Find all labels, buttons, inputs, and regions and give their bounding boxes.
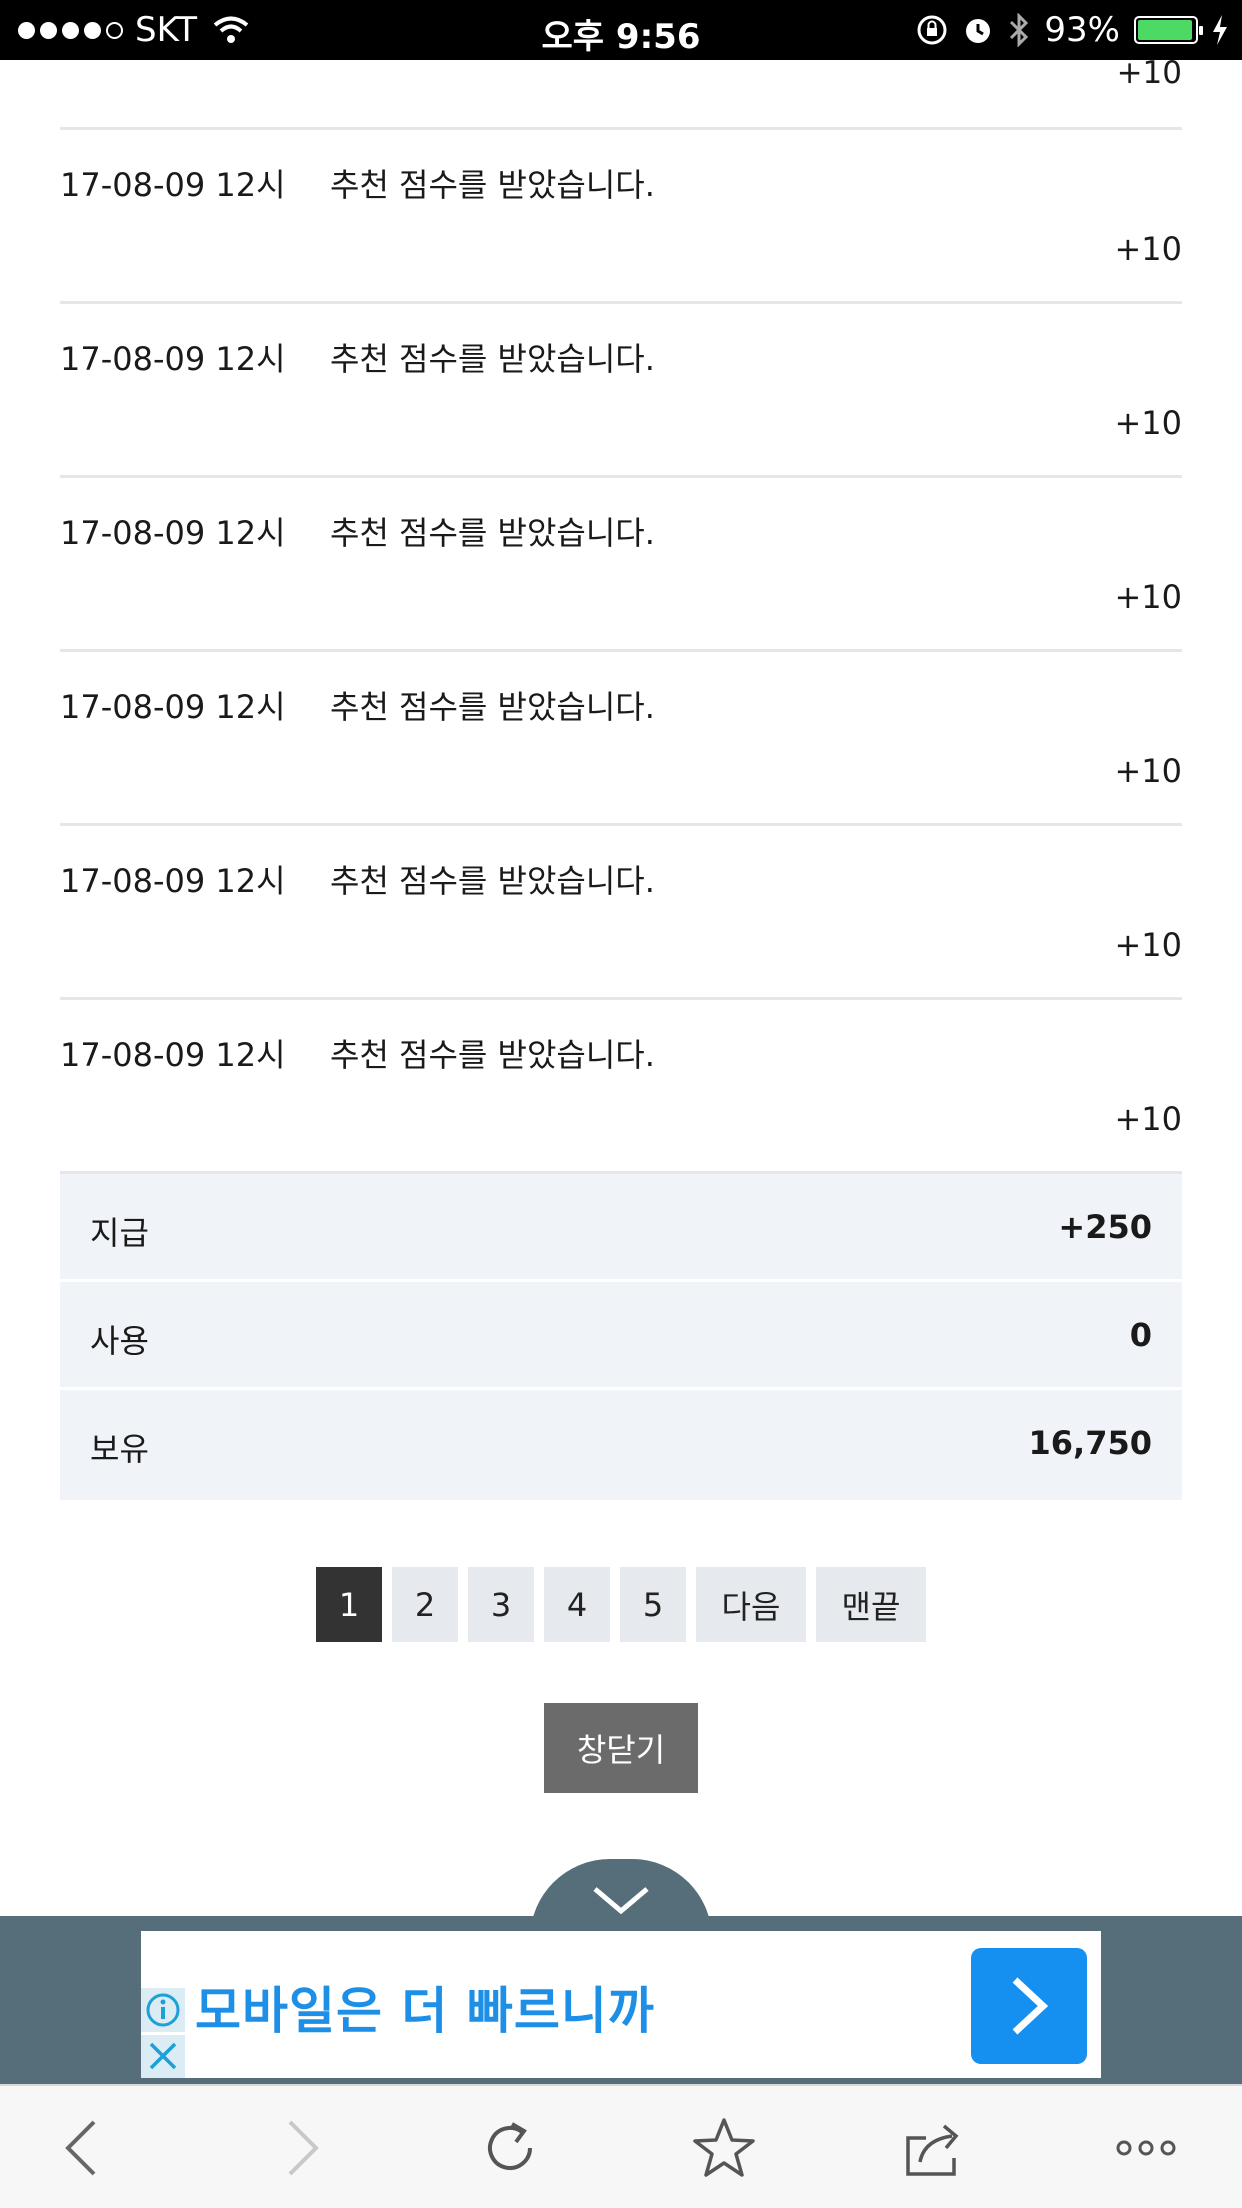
row-message: 추천 점수를 받았습니다. xyxy=(330,340,655,378)
row-date: 17-08-09 12시 xyxy=(60,688,286,726)
row-points: +10 xyxy=(1114,926,1182,964)
last-page-button[interactable]: 맨끝 xyxy=(816,1567,926,1642)
reload-icon[interactable] xyxy=(478,2116,542,2180)
bluetooth-icon xyxy=(1010,13,1029,47)
row-date: 17-08-09 12시 xyxy=(60,862,286,900)
status-bar: SKT 오후 9:56 93% xyxy=(0,0,1242,60)
battery-percent: 93% xyxy=(1044,10,1120,50)
list-item: 17-08-09 12시 추천 점수를 받았습니다. +10 xyxy=(60,301,1182,474)
charging-bolt-icon xyxy=(1213,15,1227,45)
info-icon[interactable] xyxy=(141,1988,185,2032)
share-icon[interactable] xyxy=(902,2116,966,2180)
alarm-icon xyxy=(966,19,991,43)
more-icon[interactable] xyxy=(1114,2116,1178,2180)
points-summary: 지급 +250 사용 0 보유 16,750 xyxy=(60,1171,1182,1500)
list-item: 17-08-09 12시 추천 점수를 받았습니다. +10 xyxy=(60,997,1182,1170)
row-message: 추천 점수를 받았습니다. xyxy=(330,1036,655,1074)
row-date: 17-08-09 12시 xyxy=(60,1036,286,1074)
summary-row-used: 사용 0 xyxy=(60,1282,1182,1390)
row-points: +10 xyxy=(1114,404,1182,442)
summary-label: 사용 xyxy=(90,1322,149,1360)
browser-toolbar xyxy=(0,2084,1242,2208)
summary-value: +250 xyxy=(1058,1208,1152,1246)
row-points: +10 xyxy=(1114,752,1182,790)
page-button-2[interactable]: 2 xyxy=(392,1567,458,1642)
summary-value: 0 xyxy=(1129,1316,1152,1354)
list-item: 17-08-09 12시 추천 점수를 받았습니다. +10 xyxy=(60,649,1182,822)
summary-row-held: 보유 16,750 xyxy=(60,1390,1182,1500)
row-points: +10 xyxy=(1114,1100,1182,1138)
close-icon[interactable] xyxy=(141,2035,185,2078)
chevron-right-icon xyxy=(1012,1977,1049,2035)
close-window-button[interactable]: 창닫기 xyxy=(544,1703,698,1793)
row-date: 17-08-09 12시 xyxy=(60,514,286,552)
page-button-1[interactable]: 1 xyxy=(316,1567,382,1642)
forward-icon[interactable] xyxy=(268,2116,332,2180)
list-item: 17-08-09 12시 추천 점수를 받았습니다. +10 xyxy=(60,127,1182,300)
battery-icon xyxy=(1134,16,1203,44)
summary-label: 지급 xyxy=(90,1214,149,1252)
row-points: +10 xyxy=(1114,578,1182,616)
row-message: 추천 점수를 받았습니다. xyxy=(330,688,655,726)
next-page-button[interactable]: 다음 xyxy=(696,1567,806,1642)
summary-label: 보유 xyxy=(90,1430,149,1468)
summary-row-given: 지급 +250 xyxy=(60,1174,1182,1282)
row-message: 추천 점수를 받았습니다. xyxy=(330,166,655,204)
page-button-5[interactable]: 5 xyxy=(620,1567,686,1642)
ad-banner[interactable]: 모바일은 더 빠르니까 xyxy=(141,1931,1101,2078)
row-message: 추천 점수를 받았습니다. xyxy=(330,514,655,552)
ad-open-button[interactable] xyxy=(971,1948,1087,2064)
row-date: 17-08-09 12시 xyxy=(60,166,286,204)
page-button-4[interactable]: 4 xyxy=(544,1567,610,1642)
row-points: +10 xyxy=(1114,230,1182,268)
chevron-down-icon xyxy=(593,1887,649,1915)
back-icon[interactable] xyxy=(52,2116,116,2180)
list-item: 17-08-09 12시 추천 점수를 받았습니다. +10 xyxy=(60,823,1182,996)
points-value: +10 xyxy=(1116,55,1182,91)
row-message: 추천 점수를 받았습니다. xyxy=(330,862,655,900)
summary-value: 16,750 xyxy=(1028,1424,1152,1462)
rotation-lock-icon xyxy=(917,15,947,45)
ad-text: 모바일은 더 빠르니까 xyxy=(195,1982,655,2040)
row-date: 17-08-09 12시 xyxy=(60,340,286,378)
bookmark-star-icon[interactable] xyxy=(692,2116,756,2180)
page-button-3[interactable]: 3 xyxy=(468,1567,534,1642)
pagination: 1 2 3 4 5 다음 맨끝 xyxy=(0,1567,1242,1642)
list-item: 17-08-09 12시 추천 점수를 받았습니다. +10 xyxy=(60,475,1182,648)
